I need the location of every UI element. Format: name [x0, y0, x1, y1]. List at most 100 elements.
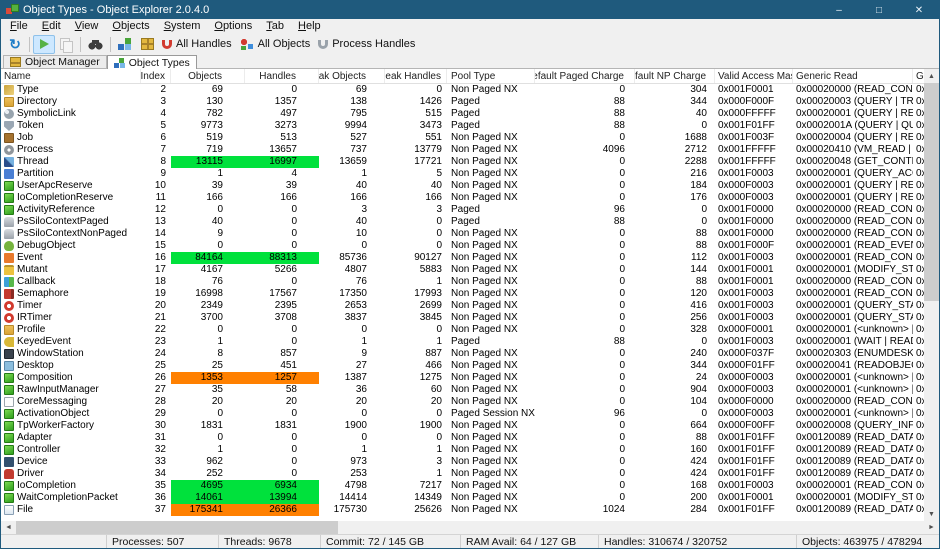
table-row-windowstation[interactable]: WindowStation2488579887Non Paged NX02400…	[1, 348, 924, 360]
generic-read-cell: 0x00020001 (READ_CONTROL)	[793, 480, 913, 492]
menu-options[interactable]: Options	[207, 20, 259, 32]
object-name-cell: Process	[1, 144, 141, 156]
table-row-coremessaging[interactable]: CoreMessaging2820202020Non Paged NX01040…	[1, 396, 924, 408]
table-row-job[interactable]: Job6519513527551Non Paged NX016880x001F0…	[1, 132, 924, 144]
status-processes: Processes: 507	[107, 535, 219, 548]
column-header-peak-objects[interactable]: Peak Objects	[319, 69, 385, 83]
close-button[interactable]: ✕	[899, 1, 939, 19]
table-row-device[interactable]: Device3396209733Non Paged NX04240x001F01…	[1, 456, 924, 468]
handles-cell: 26366	[245, 504, 319, 516]
table-row-debugobject[interactable]: DebugObject150000Non Paged NX0880x001F00…	[1, 240, 924, 252]
bug-icon	[4, 241, 14, 251]
table-row-partition[interactable]: Partition91415Non Paged NX02160x001F0003…	[1, 168, 924, 180]
menu-tab[interactable]: Tab	[259, 20, 291, 32]
table-row-desktop[interactable]: Desktop252545127466Non Paged NX03440x000…	[1, 360, 924, 372]
column-header-name[interactable]: Name	[1, 69, 141, 83]
table-row-thread[interactable]: Thread813115169971365917721Non Paged NX0…	[1, 156, 924, 168]
horizontal-scrollbar[interactable]	[1, 521, 939, 534]
table-row-directory[interactable]: Directory313013571381426Paged883440x000F…	[1, 96, 924, 108]
table-row-file[interactable]: File371753412636617573025626Non Paged NX…	[1, 504, 924, 516]
table-row-driver[interactable]: Driver3425202531Non Paged NX04240x001F01…	[1, 468, 924, 480]
table-row-composition[interactable]: Composition261353125713871275Non Paged N…	[1, 372, 924, 384]
table-row-controller[interactable]: Controller321011Non Paged NX01600x001F01…	[1, 444, 924, 456]
refresh-button[interactable]: ↻	[4, 35, 26, 54]
generic-write-cell: 0x00020002	[913, 168, 924, 180]
table-row-keyedevent[interactable]: KeyedEvent231011Paged8800x001F00030x0002…	[1, 336, 924, 348]
table-row-token[interactable]: Token59773327399943473Paged8800x001F01FF…	[1, 120, 924, 132]
menu-system[interactable]: System	[157, 20, 208, 32]
peak-handles-cell: 0	[385, 216, 447, 228]
find-button[interactable]	[84, 35, 107, 54]
object-types-view-button[interactable]	[114, 35, 136, 54]
horizontal-scroll-track[interactable]	[338, 521, 924, 534]
objects-cell: 4695	[171, 480, 245, 492]
horizontal-scroll-thumb[interactable]	[16, 521, 338, 534]
vertical-scroll-thumb[interactable]	[924, 83, 939, 301]
table-row-mutant[interactable]: Mutant174167526648075883Non Paged NX0144…	[1, 264, 924, 276]
folder-star-icon	[4, 325, 14, 335]
status-ram-avail: RAM Avail: 64 / 127 GB	[461, 535, 599, 548]
table-row-waitcompletionpacket[interactable]: WaitCompletionPacket36140611399414414143…	[1, 492, 924, 504]
table-row-callback[interactable]: Callback18760761Non Paged NX0880x001F000…	[1, 276, 924, 288]
maximize-button[interactable]: □	[859, 1, 899, 19]
grid-header: NameIndexObjectsHandlesPeak ObjectsPeak …	[1, 69, 924, 84]
run-button[interactable]	[33, 35, 55, 54]
minimize-button[interactable]: –	[819, 1, 859, 19]
scroll-left-icon[interactable]	[1, 521, 16, 534]
column-header-generic-read[interactable]: Generic Read	[793, 69, 913, 83]
table-row-profile[interactable]: Profile220000Non Paged NX03280x000F00010…	[1, 324, 924, 336]
all-handles-button[interactable]: All Handles	[158, 35, 236, 54]
object-manager-view-button[interactable]	[136, 35, 158, 54]
table-row-userapcreserve[interactable]: UserApcReserve1039394040Non Paged NX0184…	[1, 180, 924, 192]
vertical-scrollbar[interactable]	[924, 69, 939, 521]
column-header-valid-access-mask[interactable]: Valid Access Mask	[715, 69, 793, 83]
tab-object-manager[interactable]: Object Manager	[3, 55, 107, 68]
table-row-activationobject[interactable]: ActivationObject290000Paged Session NX96…	[1, 408, 924, 420]
menu-edit[interactable]: Edit	[35, 20, 68, 32]
table-row-tpworkerfactory[interactable]: TpWorkerFactory301831183119001900Non Pag…	[1, 420, 924, 432]
process-handles-button[interactable]: Process Handles	[314, 35, 419, 54]
table-row-adapter[interactable]: Adapter310000Non Paged NX0880x001F01FF0x…	[1, 432, 924, 444]
table-row-symboliclink[interactable]: SymbolicLink4782497795515Paged88400x000F…	[1, 108, 924, 120]
default-np-charge-cell: 24	[635, 372, 715, 384]
table-row-iocompletionreserve[interactable]: IoCompletionReserve11166166166166Non Pag…	[1, 192, 924, 204]
table-row-event[interactable]: Event1684164883138573690127Non Paged NX0…	[1, 252, 924, 264]
scroll-right-icon[interactable]	[924, 521, 939, 534]
table-row-semaphore[interactable]: Semaphore1916998175671735017993Non Paged…	[1, 288, 924, 300]
table-row-pssilocontextnonpaged[interactable]: PsSiloContextNonPaged1490100Non Paged NX…	[1, 228, 924, 240]
table-row-activityreference[interactable]: ActivityReference120033Paged9600x001F000…	[1, 204, 924, 216]
table-row-timer[interactable]: Timer202349239526532699Non Paged NX04160…	[1, 300, 924, 312]
column-header-pool-type[interactable]: Pool Type	[447, 69, 535, 83]
table-row-rawinputmanager[interactable]: RawInputManager2735583660Non Paged NX090…	[1, 384, 924, 396]
handles-cell: 2395	[245, 300, 319, 312]
tab-object-types[interactable]: Object Types	[107, 55, 197, 69]
column-header-default-np-charge[interactable]: Default NP Charge	[635, 69, 715, 83]
column-header-peak-handles[interactable]: Peak Handles	[385, 69, 447, 83]
objects-cell: 962	[171, 456, 245, 468]
column-header-handles[interactable]: Handles	[245, 69, 319, 83]
generic-read-cell: 0x00020001 (QUERY | READ_CONTR...	[793, 108, 913, 120]
scroll-up-icon[interactable]	[924, 69, 939, 83]
generic-read-cell: 0x0002001A (QUERY | QUERY_SOUR...	[793, 120, 913, 132]
column-header-index[interactable]: Index	[141, 69, 171, 83]
object-name: Desktop	[17, 360, 54, 372]
column-header-objects[interactable]: Objects	[171, 69, 245, 83]
vertical-scroll-track[interactable]	[924, 83, 939, 507]
all-objects-button[interactable]: All Objects	[236, 35, 315, 54]
pool-type-cell: Non Paged NX	[447, 192, 535, 204]
table-row-iocompletion[interactable]: IoCompletion354695693447987217Non Paged …	[1, 480, 924, 492]
default-paged-charge-cell: 0	[535, 480, 635, 492]
column-header-generic-write[interactable]: Generic Write	[913, 69, 924, 83]
menu-view[interactable]: View	[68, 20, 106, 32]
table-row-pssilocontextpaged[interactable]: PsSiloContextPaged13400400Paged8800x001F…	[1, 216, 924, 228]
menu-file[interactable]: File	[3, 20, 35, 32]
table-row-irtimer[interactable]: IRTimer213700370838373845Non Paged NX025…	[1, 312, 924, 324]
column-header-default-paged-charge[interactable]: Default Paged Charge	[535, 69, 635, 83]
table-row-process[interactable]: Process77191365773713779Non Paged NX4096…	[1, 144, 924, 156]
table-row-type[interactable]: Type2690690Non Paged NX03040x001F00010x0…	[1, 84, 924, 96]
copy-button[interactable]	[55, 35, 77, 54]
scroll-down-icon[interactable]	[924, 507, 939, 521]
peak-handles-cell: 1	[385, 276, 447, 288]
menu-help[interactable]: Help	[291, 20, 328, 32]
menu-objects[interactable]: Objects	[105, 20, 156, 32]
